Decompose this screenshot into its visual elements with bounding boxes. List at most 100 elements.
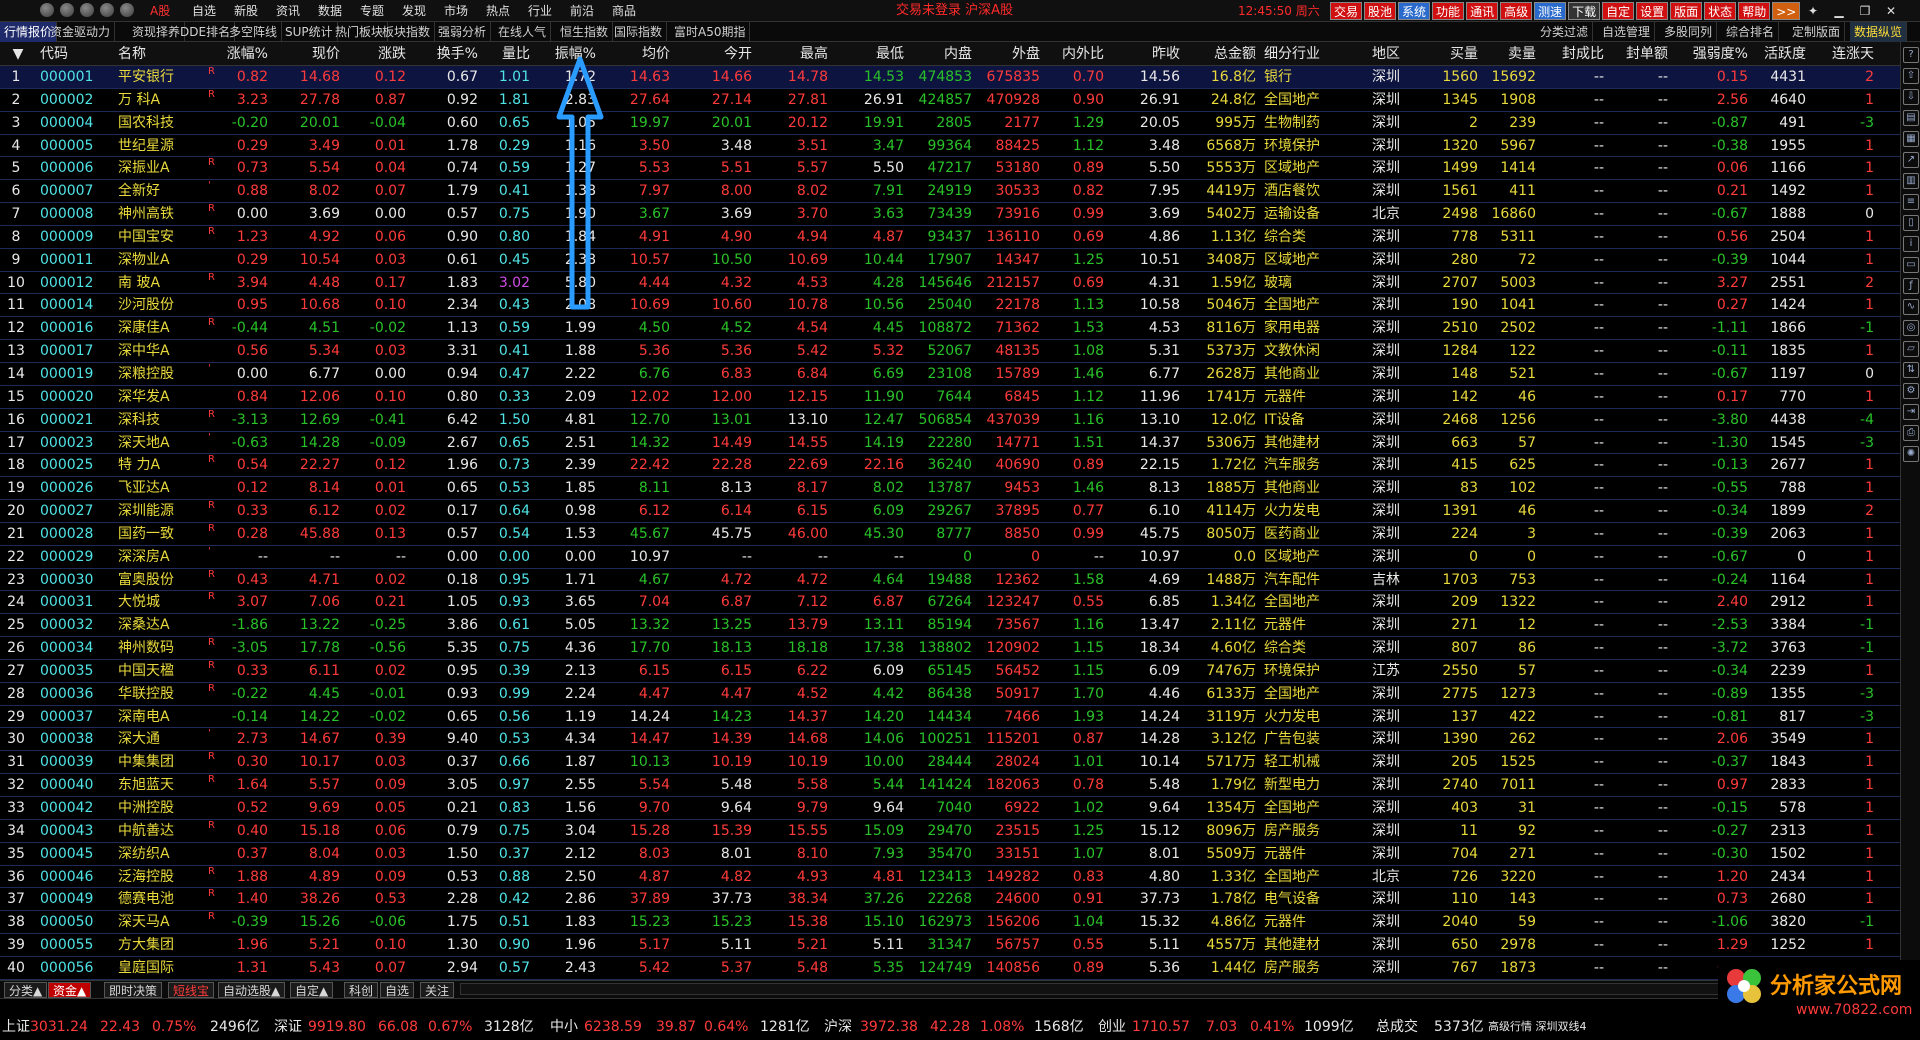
bottom-tab-8[interactable]: 关注 — [420, 982, 455, 998]
column-header[interactable]: 地区 — [1368, 42, 1424, 66]
table-row[interactable]: 22 000029 深深房A -- -- -- 0.00 0.00 0.00 10.97 -- -- -… — [0, 546, 1900, 569]
table-row[interactable]: 40 000056 皇庭国际 1.31 5.43 0.07 2.94 0.57 2.43 5.42… — [0, 957, 1900, 980]
menu-discover[interactable]: 发现 — [402, 0, 426, 22]
window-dot-icon[interactable] — [100, 3, 114, 17]
sort-dropdown-icon[interactable]: ▼ — [0, 42, 36, 66]
table-row[interactable]: 4 000005 世纪星源 0.29 3.49 0.01 1.78 0.29 1.16 3.50 3… — [0, 135, 1900, 158]
column-header[interactable]: 量比 — [482, 42, 534, 66]
bottom-tab-2[interactable]: 即时决策 — [104, 982, 163, 998]
menu-market[interactable]: 市场 — [444, 0, 468, 22]
table-row[interactable]: 10 000012 南 玻A 3.94 4.48 0.17 1.83 3.02 5.80 4.44… — [0, 272, 1900, 295]
report-icon[interactable]: ▭ — [1903, 257, 1919, 273]
column-header[interactable]: 内外比 — [1044, 42, 1108, 66]
bottom-tab-7[interactable]: 自选 — [380, 982, 415, 998]
bottom-tab-5[interactable]: 自定▲ — [290, 982, 334, 998]
column-header[interactable]: 最高 — [756, 42, 832, 66]
window-dot-icon[interactable] — [60, 3, 74, 17]
column-header[interactable]: 昨收 — [1108, 42, 1184, 66]
bottom-tab-4[interactable]: 自动选股▲ — [218, 982, 286, 998]
help-icon[interactable]: ? — [1903, 47, 1919, 63]
table-row[interactable]: 31 000039 中集集团 0.30 10.17 0.03 0.37 0.66 1.87 10.… — [0, 751, 1900, 775]
table-row[interactable]: 15 000020 深华发A 0.84 12.06 0.10 0.80 0.33 2.09 12.… — [0, 386, 1900, 409]
kline-icon[interactable]: ▤ — [1903, 110, 1919, 126]
tab-right-3[interactable]: 综合排名 — [1722, 22, 1780, 42]
document-icon[interactable]: ▯ — [1903, 215, 1919, 231]
table-row[interactable]: 16 000021 深科技 -3.13 12.69 -0.41 6.42 1.50 4.81 12… — [0, 409, 1900, 432]
export-icon[interactable]: ⇥ — [1903, 404, 1919, 420]
column-header[interactable]: 涨跌 — [344, 42, 410, 66]
close-icon[interactable]: ✕ — [1882, 0, 1900, 22]
toolbar-button[interactable]: 股池 — [1364, 2, 1397, 20]
restore-icon[interactable]: ❐ — [1856, 0, 1874, 22]
column-header[interactable]: 均价 — [600, 42, 674, 66]
info-icon[interactable]: i — [1903, 236, 1919, 252]
arrow-down-icon[interactable]: ⇩ — [1903, 89, 1919, 105]
window-dot-icon[interactable] — [120, 3, 134, 17]
tab-right-0[interactable]: 分类过滤 — [1536, 22, 1594, 42]
table-row[interactable]: 20 000027 深圳能源 0.33 6.12 0.02 0.17 0.64 0.98 6.12… — [0, 500, 1900, 523]
settings-icon[interactable]: ⚙ — [1903, 383, 1919, 399]
column-header[interactable]: 细分行业 — [1260, 42, 1368, 66]
window-dot-icon[interactable] — [40, 3, 54, 17]
toolbar-button[interactable]: 测速 — [1534, 2, 1567, 20]
table-row[interactable]: 11 000014 沙河股份 0.95 10.68 0.10 2.34 0.43 2.08 10.… — [0, 294, 1900, 318]
table-row[interactable]: 24 000031 大悦城 3.07 7.06 0.21 1.05 0.93 3.65 7.04 6… — [0, 591, 1900, 615]
column-header[interactable]: 涨幅% — [206, 42, 272, 66]
sort-icon[interactable]: ⇅ — [1903, 362, 1919, 378]
column-header[interactable]: 内盘 — [908, 42, 976, 66]
table-row[interactable]: 8 000009 中国宝安 1.23 4.92 0.06 0.90 0.80 1.84 4.91 4… — [0, 226, 1900, 249]
pin-icon[interactable]: ✦ — [1804, 0, 1822, 22]
table-row[interactable]: 27 000035 中国天楹 0.33 6.11 0.02 0.95 0.39 2.13 6.15… — [0, 660, 1900, 683]
tab-4[interactable]: 多空阵线 — [225, 22, 283, 42]
chart-bar-icon[interactable]: ▥ — [1903, 173, 1919, 189]
table-row[interactable]: 37 000049 德赛电池 1.40 38.26 0.53 2.28 0.42 2.86 37.… — [0, 888, 1900, 912]
horizontal-scrollbar[interactable] — [460, 983, 1840, 995]
tab-right-2[interactable]: 多股同列 — [1660, 22, 1718, 42]
gear-icon[interactable]: ✺ — [1903, 446, 1919, 462]
list-icon[interactable]: ≡ — [1903, 194, 1919, 210]
toolbar-button[interactable]: 状态 — [1704, 2, 1737, 20]
table-row[interactable]: 25 000032 深桑达A -1.86 13.22 -0.25 3.86 0.61 5.05 1… — [0, 614, 1900, 638]
column-header[interactable]: 卖量 — [1482, 42, 1540, 66]
table-row[interactable]: 2 000002 万 科A 3.23 27.78 0.87 0.92 1.81 2.83 27.6… — [0, 89, 1900, 112]
table-row[interactable]: 35 000045 深纺织A 0.37 8.04 0.03 1.50 0.37 2.12 8.03… — [0, 843, 1900, 866]
table-row[interactable]: 19 000026 飞亚达A 0.12 8.14 0.01 0.65 0.53 1.85 8.11… — [0, 477, 1900, 501]
toolbar-button[interactable]: 交易 — [1330, 2, 1363, 20]
table-row[interactable]: 36 000046 泛海控股 1.88 4.89 0.09 0.53 0.88 2.50 4.87… — [0, 866, 1900, 889]
tab-5[interactable]: SUP统计 — [281, 22, 338, 42]
toolbar-button[interactable]: 功能 — [1432, 2, 1465, 20]
menu-frontier[interactable]: 前沿 — [570, 0, 594, 22]
tab-1[interactable]: 资金驱动力 — [46, 22, 116, 42]
table-row[interactable]: 30 000038 深大通 2.73 14.67 0.39 9.40 0.53 4.34 14.4… — [0, 728, 1900, 752]
table-row[interactable]: 5 000006 深振业A 0.73 5.54 0.04 0.74 0.59 1.27 5.53 5… — [0, 157, 1900, 181]
column-header[interactable]: 外盘 — [976, 42, 1044, 66]
column-header[interactable]: 换手% — [410, 42, 482, 66]
table-row[interactable]: 12 000016 深康佳A -0.44 4.51 -0.02 1.13 0.59 1.99 4.… — [0, 317, 1900, 341]
table-row[interactable]: 38 000050 深天马A -0.39 15.26 -0.06 1.75 0.51 1.83 1… — [0, 911, 1900, 935]
toolbar-button[interactable]: 设置 — [1636, 2, 1669, 20]
tab-12[interactable]: 富时A50期指 — [670, 22, 751, 42]
menu-topics[interactable]: 专题 — [360, 0, 384, 22]
print-icon[interactable]: ⎙ — [1903, 425, 1919, 441]
column-header[interactable]: 强弱度% — [1672, 42, 1752, 66]
tab-9[interactable]: 在线人气 — [494, 22, 552, 42]
tab-7[interactable]: 板块指数 — [378, 22, 436, 42]
window-dot-icon[interactable] — [80, 3, 94, 17]
table-row[interactable]: 7 000008 神州高铁 0.00 3.69 0.00 0.57 0.75 1.90 3.67 3… — [0, 203, 1900, 226]
column-header[interactable]: 代码 — [36, 42, 114, 66]
tab-right-5[interactable]: 数据纵览 — [1850, 22, 1908, 42]
chart-line-icon[interactable]: ↗ — [1903, 152, 1919, 168]
menu-industry[interactable]: 行业 — [528, 0, 552, 22]
table-row[interactable]: 34 000043 中航善达 0.40 15.18 0.06 0.79 0.75 3.04 15.… — [0, 820, 1900, 843]
toolbar-button[interactable]: 高级 — [1500, 2, 1533, 20]
menu-news[interactable]: 资讯 — [276, 0, 300, 22]
bottom-tab-3[interactable]: 短线宝 — [168, 982, 215, 998]
table-row[interactable]: 21 000028 国药一致 0.28 45.88 0.13 0.57 0.54 1.53 45.… — [0, 523, 1900, 546]
toolbar-button[interactable]: 帮助 — [1738, 2, 1771, 20]
menu-watchlist[interactable]: 自选 — [192, 0, 216, 22]
column-header[interactable]: 封单额 — [1608, 42, 1672, 66]
tab-10[interactable]: 恒生指数 — [556, 22, 614, 42]
column-header[interactable]: 最低 — [832, 42, 908, 66]
column-header[interactable]: 连涨天 — [1810, 42, 1878, 66]
menu-hotspot[interactable]: 热点 — [486, 0, 510, 22]
